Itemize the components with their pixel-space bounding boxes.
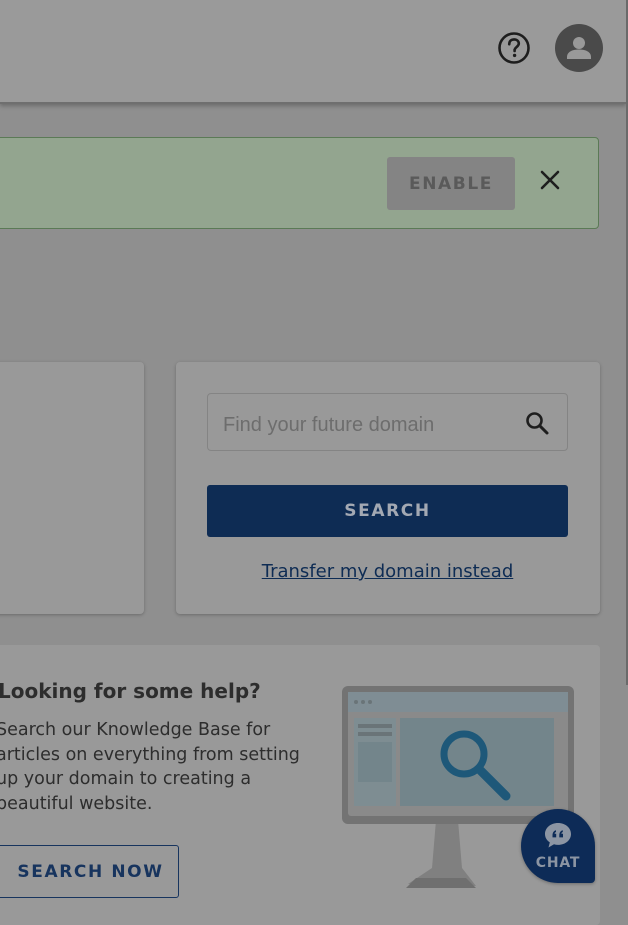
search-icon[interactable] xyxy=(524,410,550,436)
help-title: Looking for some help? xyxy=(0,679,261,703)
chat-bubble-icon xyxy=(545,823,571,848)
chat-label: CHAT xyxy=(535,855,581,871)
help-description: Search our Knowledge Base for articles o… xyxy=(0,720,300,815)
avatar[interactable] xyxy=(555,24,603,72)
question-circle-icon[interactable] xyxy=(496,30,532,66)
domain-search-input[interactable]: Find your future domain xyxy=(207,393,568,451)
enable-button[interactable]: ENABLE xyxy=(387,157,515,210)
chat-button[interactable]: CHAT xyxy=(521,809,595,883)
transfer-domain-link[interactable]: Transfer my domain instead xyxy=(207,561,568,582)
search-placeholder: Find your future domain xyxy=(223,414,435,436)
search-now-button[interactable]: SEARCH NOW xyxy=(0,845,179,898)
close-icon[interactable] xyxy=(537,167,563,193)
search-button[interactable]: SEARCH xyxy=(207,485,568,537)
user-icon xyxy=(567,37,591,59)
top-navbar xyxy=(0,0,626,104)
info-card xyxy=(0,362,144,614)
